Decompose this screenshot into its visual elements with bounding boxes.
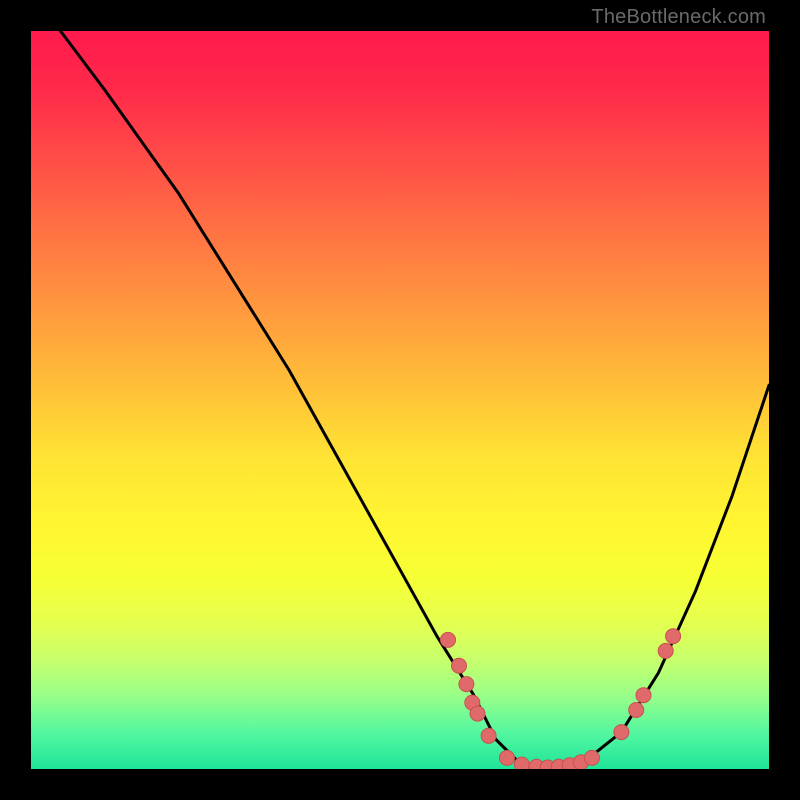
data-marker [614, 725, 629, 740]
data-marker [459, 677, 474, 692]
data-marker [470, 706, 485, 721]
watermark-text: TheBottleneck.com [591, 6, 766, 29]
data-marker [514, 757, 529, 769]
data-marker [584, 750, 599, 765]
data-marker [629, 703, 644, 718]
data-marker [636, 688, 651, 703]
data-marker [666, 629, 681, 644]
chart-plot-area [31, 31, 769, 769]
data-marker [500, 750, 515, 765]
data-marker [441, 632, 456, 647]
data-marker [658, 643, 673, 658]
chart-svg [31, 31, 769, 769]
data-marker [452, 658, 467, 673]
data-marker [481, 728, 496, 743]
